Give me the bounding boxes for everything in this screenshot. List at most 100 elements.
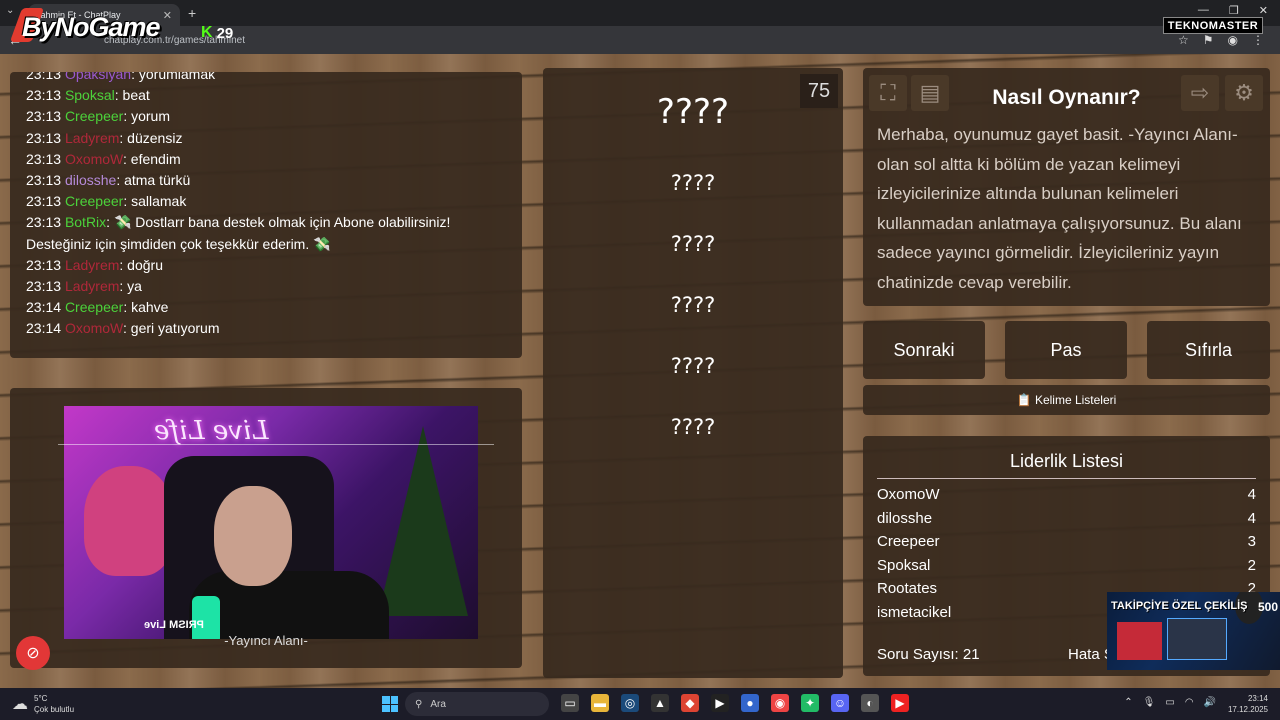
chat-message: 23:13 Spoksal: beat	[26, 85, 512, 106]
chat-text: : ya	[119, 278, 142, 295]
close-window-button[interactable]: ✕	[1259, 4, 1268, 17]
viewer-count: 29	[216, 24, 234, 42]
streamer-area-label: -Yayıncı Alanı-	[224, 633, 308, 648]
chat-time: 23:13	[26, 150, 62, 167]
forbidden-word: ????	[670, 232, 716, 256]
cam-christmas-tree	[378, 426, 468, 616]
new-tab-button[interactable]: +	[188, 5, 196, 21]
divider	[58, 444, 494, 445]
chat-username[interactable]: OxomoW	[65, 320, 123, 336]
chat-username[interactable]: BotRix	[65, 214, 106, 230]
how-text: Merhaba, oyunumuz gayet basit. -Yayıncı …	[877, 125, 1242, 292]
chat-text: : 💸 Dostlarr bana destek olmak için Abon…	[106, 214, 451, 231]
file-explorer-icon[interactable]: ▬	[591, 694, 609, 712]
pass-button[interactable]: Pas	[1005, 321, 1127, 379]
display-icon[interactable]: ▭	[1165, 697, 1174, 708]
chat-text: : doğru	[119, 256, 163, 273]
wifi-icon[interactable]: ◠	[1185, 697, 1194, 708]
brave-icon[interactable]: ◆	[681, 694, 699, 712]
chat-text: : yorum	[123, 108, 170, 125]
profile-icon[interactable]: ◉	[1228, 33, 1238, 47]
browser-tabbar: ⌄ Tahmin Et - ChatPlay ✕ + — ❐ ✕	[0, 0, 1280, 26]
player-name: Rootates	[877, 580, 938, 598]
chat-username[interactable]: Ladyrem	[65, 257, 119, 273]
tab-menu-icon[interactable]: ⌄	[6, 5, 14, 16]
chat-username[interactable]: Ladyrem	[65, 278, 119, 294]
extensions-icon[interactable]: ⚑	[1203, 33, 1214, 47]
cloud-icon: ☁	[12, 696, 28, 713]
weather-widget[interactable]: ☁ 5°C Çok bulutlu	[12, 693, 74, 715]
chat-message: 23:13 Ladyrem: doğru	[26, 255, 512, 276]
leaderboard-row: Spoksal 2	[877, 557, 1256, 574]
tab-close-icon[interactable]: ✕	[163, 9, 172, 22]
chat-time: 23:13	[26, 172, 62, 189]
steam-icon[interactable]: ◎	[621, 694, 639, 712]
chat-username[interactable]: Creepeer	[65, 108, 123, 124]
leaderboard-row: Creepeer 3	[877, 533, 1256, 550]
maximize-button[interactable]: ❐	[1229, 4, 1239, 17]
tray-chevron-icon[interactable]: ⌃	[1124, 697, 1132, 708]
epic-icon[interactable]: ▲	[651, 694, 669, 712]
windows-start-icon[interactable]	[382, 696, 398, 712]
player-score: 4	[1247, 486, 1256, 503]
stop-recording-icon[interactable]: ⊘	[16, 636, 50, 670]
mic-icon[interactable]: 🎙	[1143, 697, 1156, 708]
leaderboard-row: OxomoW 4	[877, 486, 1256, 503]
chat-username[interactable]: Creepeer	[65, 299, 123, 315]
address-icons: ☆ ⚑ ◉ ⋮	[1178, 33, 1264, 47]
chat-username[interactable]: Opaksiyah	[65, 72, 131, 82]
player-score: 4	[1247, 509, 1256, 527]
chat-panel: 23:13 Opaksiyah: yorumlamak 23:13 Spoksal…	[10, 72, 522, 358]
player-name: Spoksal	[877, 556, 931, 574]
giveaway-promo: TAKİPÇİYE ÖZEL ÇEKİLİŞ 500	[1107, 592, 1280, 670]
prism-live-watermark: PRISM Live	[144, 619, 204, 631]
chat-username[interactable]: Creepeer	[65, 193, 123, 209]
task-view-icon[interactable]: ▭	[561, 694, 579, 712]
app-icon[interactable]: ●	[741, 694, 759, 712]
chat-time: 23:14	[26, 299, 62, 316]
words-panel: 75 ???? ???? ???? ???? ???? ????	[543, 68, 843, 678]
chat-message: 23:13 Ladyrem: düzensiz	[26, 128, 512, 149]
chat-time: 23:13	[26, 87, 62, 104]
obs-icon[interactable]: ◐	[861, 694, 879, 712]
how-to-play-panel: ⛶ ▤ ⇨ ⚙ Nasıl Oynanır? Merhaba, oyunumuz…	[863, 68, 1270, 306]
reset-button[interactable]: Sıfırla	[1147, 321, 1270, 379]
streamer-area: Live Life PRISM Live -Yayıncı Alanı-	[10, 388, 522, 668]
chat-username[interactable]: dilosshe	[65, 172, 116, 188]
chat-text: : düzensiz	[119, 129, 183, 146]
chat-username[interactable]: Spoksal	[65, 87, 115, 103]
clock[interactable]: 23:14 17.12.2025	[1228, 693, 1268, 715]
volume-icon[interactable]: 🔊	[1204, 697, 1216, 708]
chat-text: : yorumlamak	[131, 72, 216, 82]
chat-time: 23:13	[26, 108, 62, 125]
chat-message: 23:14 Creepeer: kahve	[26, 297, 512, 318]
leaderboard-row: dilosshe 4	[877, 510, 1256, 527]
terminal-icon[interactable]: ▶	[711, 694, 729, 712]
player-score: 2	[1247, 556, 1256, 574]
clock-time: 23:14	[1247, 694, 1268, 703]
player-name: Creepeer	[877, 533, 940, 551]
chat-time: 23:13	[26, 72, 62, 82]
chat-message: 23:13 dilosshe: atma türkü	[26, 170, 512, 191]
network-app-icon[interactable]: ✦	[801, 694, 819, 712]
search-icon: ⚲	[415, 698, 423, 710]
chat-message: 23:13 Ladyrem: ya	[26, 276, 512, 297]
chat-username[interactable]: OxomoW	[65, 151, 123, 167]
how-title: Nasıl Oynanır?	[992, 86, 1141, 109]
chat-messages: 23:13 Opaksiyah: yorumlamak 23:13 Spoksal…	[26, 72, 512, 340]
temperature: 5°C	[34, 694, 48, 703]
menu-icon[interactable]: ⋮	[1252, 33, 1264, 47]
chrome-icon[interactable]: ◉	[771, 694, 789, 712]
taskbar: ☁ 5°C Çok bulutlu ⚲ Ara ▭ ▬ ◎ ▲ ◆ ▶ ● ◉ …	[0, 688, 1280, 720]
bookmark-star-icon[interactable]: ☆	[1178, 33, 1189, 47]
chat-text: : kahve	[123, 299, 169, 316]
taskbar-search[interactable]: ⚲ Ara	[405, 692, 549, 716]
word-lists-button[interactable]: 📋 Kelime Listeleri	[863, 385, 1270, 415]
sponsor-badge: TEKNOMASTER	[1163, 17, 1263, 34]
chat-username[interactable]: Ladyrem	[65, 130, 119, 146]
minimize-button[interactable]: —	[1198, 4, 1209, 17]
forbidden-word: ????	[670, 171, 716, 195]
discord-icon[interactable]: ☺	[831, 694, 849, 712]
youtube-icon[interactable]: ▶	[891, 694, 909, 712]
next-button[interactable]: Sonraki	[863, 321, 985, 379]
